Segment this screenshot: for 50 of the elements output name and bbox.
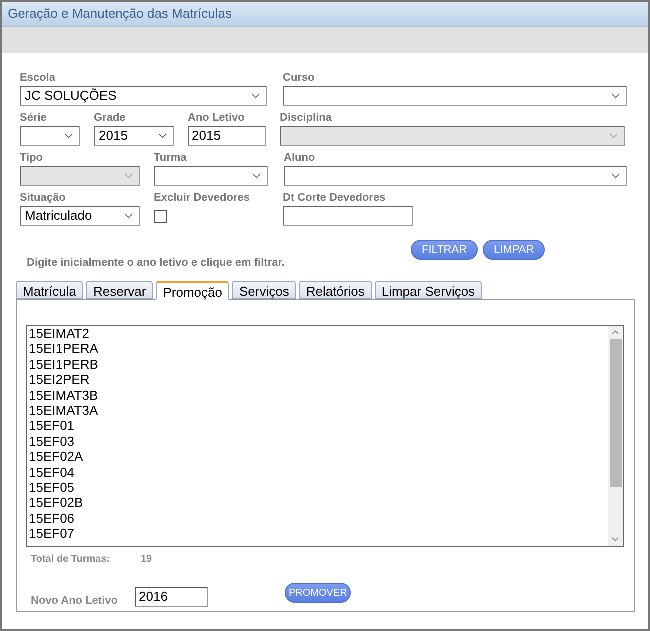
field-label: Excluir Devedores bbox=[154, 191, 251, 206]
list-item[interactable]: 15EF03 bbox=[29, 434, 608, 450]
list-item[interactable]: 15EI2PER bbox=[29, 372, 608, 388]
list-item[interactable]: 15EIMAT3B bbox=[29, 388, 608, 403]
dropdown-field[interactable]: 2015 bbox=[94, 126, 174, 146]
field-label: Aluno bbox=[284, 151, 316, 166]
class-listbox[interactable]: 15EIMAT2 15EI1PERA 15EI1PERB 15EI2PER 15EIMAT3B 15EIMAT3A 15EF01 15EF03 15EF02A 15EF04 15EF05 15EF02B 15EF06 15EF07 bbox=[26, 325, 624, 547]
dropdown-field[interactable] bbox=[283, 86, 627, 106]
dropdown-field[interactable] bbox=[284, 166, 627, 186]
tab[interactable]: Limpar Serviços bbox=[374, 281, 482, 299]
scrollbar[interactable] bbox=[608, 326, 623, 546]
list-item[interactable]: 15EIMAT2 bbox=[29, 326, 608, 342]
list-item[interactable]: 15EF02B bbox=[29, 495, 608, 511]
list-item[interactable]: 15EF01 bbox=[29, 418, 608, 434]
input-field[interactable]: 2015 bbox=[188, 126, 266, 146]
tab[interactable]: Matrícula bbox=[16, 281, 84, 299]
field-label: Curso bbox=[283, 71, 316, 86]
hint-text: Digite inicialmente o ano letivo e clique em filtrar. bbox=[27, 256, 286, 271]
tab[interactable]: Reservar bbox=[86, 281, 154, 299]
list-item[interactable]: 15EF05 bbox=[29, 480, 608, 496]
checkbox[interactable] bbox=[154, 210, 167, 222]
list-item[interactable]: 15EF06 bbox=[29, 510, 608, 526]
field-label: Dt Corte Devedores bbox=[283, 191, 387, 206]
field-label: Disciplina bbox=[280, 111, 333, 126]
new-year-input[interactable]: 2016 bbox=[135, 587, 208, 607]
tab[interactable]: Promoção bbox=[156, 281, 230, 300]
total-value: 19 bbox=[141, 552, 152, 566]
tab[interactable]: Relatórios bbox=[299, 281, 372, 299]
dropdown-field[interactable] bbox=[154, 166, 268, 186]
dropdown-field[interactable]: Matriculado bbox=[20, 206, 140, 226]
field-label: Ano Letivo bbox=[188, 111, 246, 126]
input-field[interactable] bbox=[283, 206, 413, 226]
field-label: Tipo bbox=[20, 151, 44, 166]
field-label: Escola bbox=[20, 71, 56, 86]
total-label: Total de Turmas: bbox=[31, 552, 112, 566]
field-label: Série bbox=[20, 111, 48, 126]
field-label: Turma bbox=[154, 151, 188, 166]
dropdown-field[interactable] bbox=[20, 126, 80, 146]
list-item[interactable]: 15EIMAT3A bbox=[29, 402, 608, 418]
tab[interactable]: Serviços bbox=[232, 281, 296, 299]
window-title: Geração e Manutenção das Matrículas bbox=[8, 5, 232, 24]
list-item[interactable]: 15EF07 bbox=[29, 526, 608, 542]
list-item[interactable]: 15EI1PERB bbox=[29, 356, 608, 372]
field-label: Grade bbox=[94, 111, 127, 126]
dropdown-field[interactable]: JC SOLUÇÕES bbox=[20, 86, 267, 106]
field-label: Situação bbox=[20, 191, 67, 206]
list-item[interactable]: 15EI1PERA bbox=[29, 341, 608, 357]
new-year-label: Novo Ano Letivo bbox=[31, 594, 119, 609]
list-item[interactable]: 15EF02A bbox=[29, 449, 608, 465]
list-item[interactable]: 15EF04 bbox=[29, 464, 608, 480]
